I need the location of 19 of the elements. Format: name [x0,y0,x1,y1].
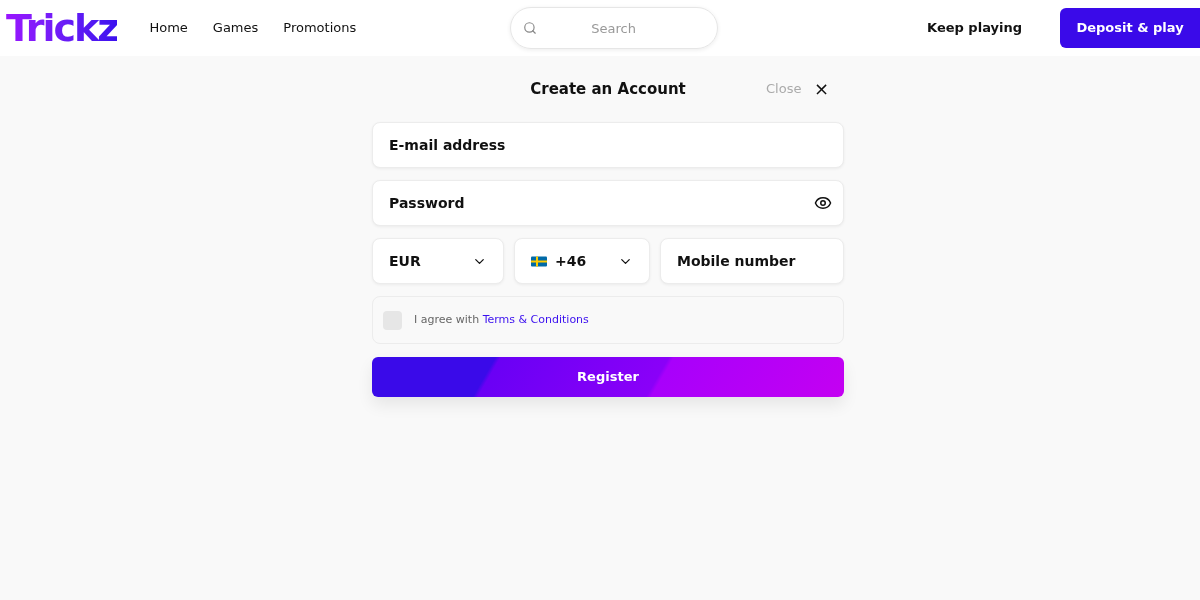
search-icon [523,21,538,35]
search-field[interactable]: Search [510,7,719,49]
email-field[interactable]: E-mail address [372,122,844,168]
mobile-field[interactable]: Mobile number [660,238,844,284]
nav-link[interactable]: Games [212,18,259,38]
nav-link[interactable]: Home [149,18,188,38]
keep-playing-link[interactable]: Keep playing [927,18,1022,38]
dialog-title: Create an Account [530,78,686,100]
deposit-button[interactable]: Deposit & play [1060,8,1200,48]
nav-link[interactable]: Promotions [283,18,357,38]
phone-code-select[interactable]: +46 [514,238,650,284]
eye-icon[interactable] [814,194,832,212]
agree-text: I agree with Terms & Conditions [414,311,589,328]
sweden-flag-icon [531,255,547,267]
password-field[interactable]: Password [372,180,844,226]
register-button[interactable]: Register [372,357,844,397]
currency-select[interactable]: EUR [372,238,504,284]
phone-code: +46 [555,251,587,271]
terms-link[interactable]: Terms & Conditions [482,312,589,326]
